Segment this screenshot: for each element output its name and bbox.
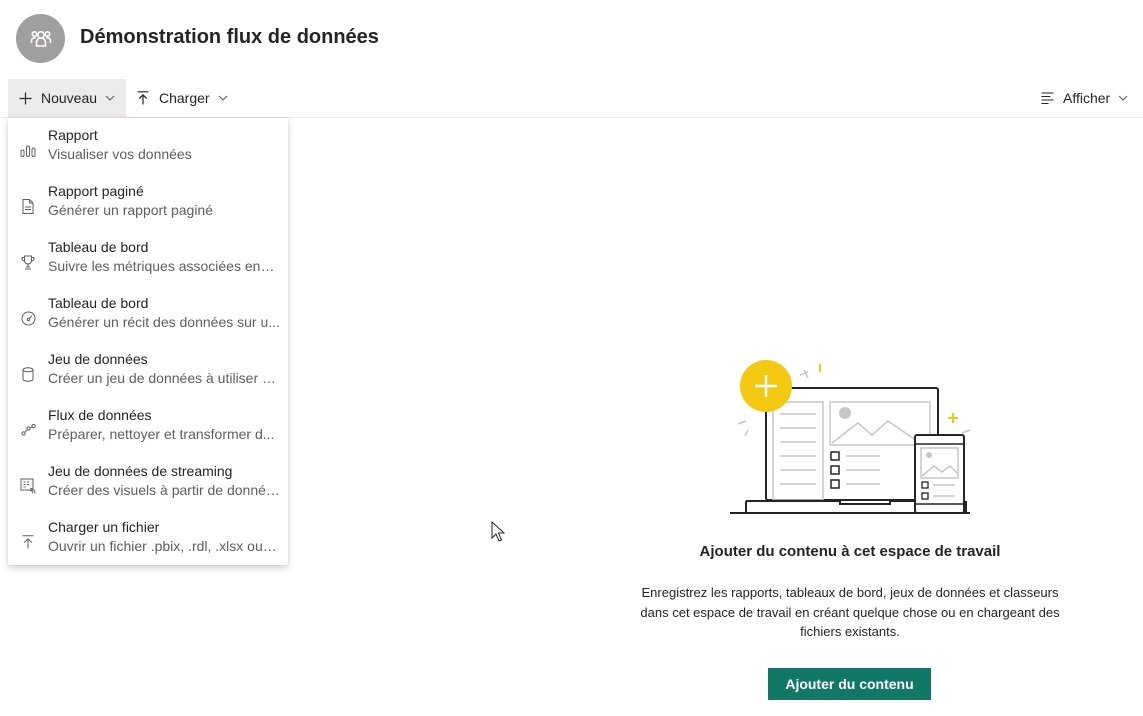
menu-item-title: Flux de données [48,407,152,423]
lines-icon [1040,91,1054,105]
upload-icon [136,91,150,105]
menu-item-title: Jeu de données [48,351,148,367]
empty-state-title: Ajouter du contenu à cet espace de trava… [699,543,1001,560]
menu-item-streaming-dataset[interactable]: Jeu de données de streaming Créer des vi… [8,458,288,514]
paginated-report-icon [20,198,36,214]
chevron-down-icon [1118,93,1128,103]
menu-item-dataset[interactable]: Jeu de données Créer un jeu de données à… [8,346,288,402]
menu-item-paginated-report[interactable]: Rapport paginé Générer un rapport paginé [8,178,288,234]
workspace-avatar [16,14,65,63]
menu-item-title: Jeu de données de streaming [48,463,233,479]
menu-item-title: Tableau de bord [48,239,149,255]
upload-button-label: Charger [159,90,210,106]
dataflow-icon [20,422,36,438]
menu-item-dashboard[interactable]: Tableau de bord Générer un récit des don… [8,290,288,346]
menu-item-title: Rapport [48,127,98,143]
empty-workspace-illustration [730,360,971,514]
menu-item-scorecard[interactable]: Tableau de bord Suivre les métriques ass… [8,234,288,290]
report-icon [20,142,36,158]
menu-item-subtitle: Préparer, nettoyer et transformer d... [48,426,275,442]
view-button-label: Afficher [1063,90,1111,106]
mouse-cursor-icon [491,521,505,542]
plus-icon [18,91,32,105]
add-content-button[interactable]: Ajouter du contenu [768,668,931,700]
upload-icon [20,534,36,550]
menu-item-subtitle: Générer un rapport paginé [48,202,213,218]
menu-item-subtitle: Ouvrir un fichier .pbix, .rdl, .xlsx ou … [48,538,280,554]
new-menu: Rapport Visualiser vos données Rapport p… [8,118,288,565]
dataset-icon [20,366,36,382]
workspace-people-icon [30,30,51,47]
chevron-down-icon [105,93,115,103]
new-button[interactable]: Nouveau [8,79,126,117]
menu-item-title: Tableau de bord [48,295,149,311]
menu-item-subtitle: Créer un jeu de données à utiliser d... [48,370,280,386]
menu-item-upload-file[interactable]: Charger un fichier Ouvrir un fichier .pb… [8,514,288,570]
streaming-dataset-icon [20,478,36,494]
workspace-title: Démonstration flux de données [80,26,379,48]
menu-item-title: Rapport paginé [48,183,144,199]
menu-item-subtitle: Suivre les métriques associées ense... [48,258,280,274]
workspace-page: Démonstration flux de données Nouveau Ch… [0,0,1143,716]
chevron-down-icon [218,93,228,103]
gauge-icon [20,310,36,326]
menu-item-title: Charger un fichier [48,519,160,535]
menu-item-dataflow[interactable]: Flux de données Préparer, nettoyer et tr… [8,402,288,458]
new-button-label: Nouveau [41,90,98,106]
empty-state-description: Enregistrez les rapports, tableaux de bo… [640,585,1060,639]
menu-item-subtitle: Visualiser vos données [48,146,192,162]
view-button[interactable]: Afficher [1035,79,1135,117]
upload-button[interactable]: Charger [126,79,234,117]
menu-item-subtitle: Générer un récit des données sur u... [48,314,280,330]
trophy-icon [20,254,36,270]
menu-item-report[interactable]: Rapport Visualiser vos données [8,122,288,178]
menu-item-subtitle: Créer des visuels à partir de donnée... [48,482,280,498]
